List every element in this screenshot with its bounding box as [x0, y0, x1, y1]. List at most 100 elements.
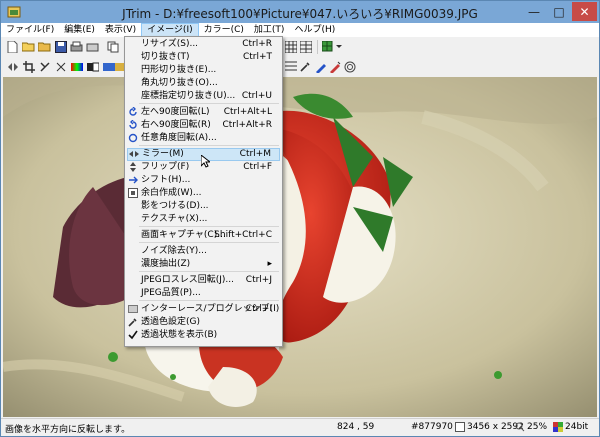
eyedropper-icon[interactable]	[297, 59, 312, 74]
mirror-tool-icon[interactable]	[5, 59, 20, 74]
menu-help[interactable]: ヘルプ(H)	[289, 23, 340, 37]
menu-item-label: ミラー(M)	[142, 149, 184, 159]
thumbnail-dropdown-icon[interactable]	[321, 39, 343, 54]
rotate-right-icon	[128, 119, 138, 130]
menu-item-interlace[interactable]: インターレース/プログレッシブ(I) Ctrl+I	[127, 303, 280, 316]
pixel-color: #877970	[411, 422, 453, 432]
menu-item-label: 透過色設定(G)	[141, 317, 200, 327]
color-depth: 24bit	[565, 422, 589, 432]
menu-item-screen-capture[interactable]: 画面キャプチャ(C)... Shift+Ctrl+C	[127, 229, 280, 242]
contrast-tool-icon[interactable]	[85, 59, 100, 74]
menu-item-resize[interactable]: リサイズ(S)... Ctrl+R	[127, 38, 280, 51]
menu-item-coord-crop[interactable]: 座標指定切り抜き(U)... Ctrl+U	[127, 90, 280, 103]
menu-separator	[139, 145, 279, 146]
image-menu-dropdown: リサイズ(S)... Ctrl+R 切り抜き(T) Ctrl+T 円形切り抜き(E)..…	[124, 36, 283, 347]
levels-tool-icon[interactable]	[69, 59, 84, 74]
mouse-cursor-icon	[200, 153, 212, 171]
adjust-tool-icon[interactable]	[37, 59, 52, 74]
menu-item-margin[interactable]: 余白作成(W)...	[127, 187, 280, 200]
menu-item-label: 影をつける(D)...	[141, 201, 209, 211]
menu-item-label: 座標指定切り抜き(U)...	[141, 91, 236, 101]
filter-tool-icon[interactable]	[283, 59, 298, 74]
toolbar-edit	[1, 57, 599, 77]
menu-separator	[139, 226, 279, 227]
zoom-level: 25%	[527, 422, 548, 432]
menu-item-label: 余白作成(W)...	[141, 188, 202, 198]
menu-item-crop[interactable]: 切り抜き(T) Ctrl+T	[127, 51, 280, 64]
grid-view-icon[interactable]	[283, 39, 298, 54]
menu-item-texture[interactable]: テクスチャ(X)...	[127, 213, 280, 226]
fill-tool-icon[interactable]	[327, 59, 342, 74]
color-depth-icon	[553, 422, 563, 435]
crop-tool-icon[interactable]	[21, 59, 36, 74]
menu-item-round-crop[interactable]: 角丸切り抜き(O)...	[127, 77, 280, 90]
menu-item-label: 切り抜き(T)	[141, 52, 190, 62]
menu-item-shortcut: ▸	[267, 259, 272, 269]
menu-separator	[139, 300, 279, 301]
menu-item-circle-crop[interactable]: 円形切り抜き(E)...	[127, 64, 280, 77]
pen-tool-icon[interactable]	[313, 59, 328, 74]
menu-item-rotate-left[interactable]: 左へ90度回転(L) Ctrl+Alt+L	[127, 106, 280, 119]
menu-item-shift[interactable]: シフト(H)...	[127, 174, 280, 187]
rotate-tool-icon[interactable]	[53, 59, 68, 74]
menu-item-label: 円形切り抜き(E)...	[141, 65, 217, 75]
menu-image[interactable]: イメージ(I)	[141, 23, 199, 37]
window-title: JTrim - D:¥freesoft100¥Picture¥047.いろいろ¥…	[122, 7, 478, 21]
close-button[interactable]: ✕	[572, 2, 597, 21]
new-icon[interactable]	[5, 39, 20, 54]
image-size-icon	[455, 422, 465, 435]
menu-item-label: テクスチャ(X)...	[141, 214, 208, 224]
menu-process[interactable]: 加工(T)	[249, 23, 290, 37]
menu-item-label: 画面キャプチャ(C)...	[141, 230, 226, 240]
menu-item-label: 左へ90度回転(L)	[141, 107, 210, 117]
interlace-icon	[128, 304, 138, 314]
spiral-tool-icon[interactable]	[342, 59, 357, 74]
status-bar: 画像を水平方向に反転します。 824 , 59 #877970 3456 x 2…	[1, 418, 599, 436]
menu-item-shortcut: Ctrl+Alt+L	[223, 107, 272, 117]
menu-item-shortcut: Ctrl+F	[243, 162, 272, 172]
rotate-left-icon	[128, 106, 138, 117]
menu-color[interactable]: カラー(C)	[199, 23, 249, 37]
menu-item-label: 角丸切り抜き(O)...	[141, 78, 218, 88]
menu-item-label: 濃度抽出(Z)	[141, 259, 191, 269]
menu-item-denoise[interactable]: ノイズ除去(Y)...	[127, 245, 280, 258]
menu-edit[interactable]: 編集(E)	[59, 23, 100, 37]
open-folder-icon[interactable]	[37, 39, 52, 54]
menu-item-rotate-free[interactable]: 任意角度回転(A)...	[127, 132, 280, 145]
rotate-free-icon	[128, 133, 138, 143]
menu-item-rotate-right[interactable]: 右へ90度回転(R) Ctrl+Alt+R	[127, 119, 280, 132]
menu-item-transparent-color[interactable]: 透過色設定(G)	[127, 316, 280, 329]
mirror-icon	[129, 149, 139, 159]
list-view-icon[interactable]	[298, 39, 313, 54]
show-transparency-icon	[128, 330, 138, 340]
menu-file[interactable]: ファイル(F)	[1, 23, 59, 37]
menu-item-label: シフト(H)...	[141, 175, 191, 185]
menu-item-shortcut: Ctrl+J	[245, 275, 272, 285]
menu-item-jpeg-quality[interactable]: JPEG品質(P)...	[127, 287, 280, 300]
menu-item-label: 任意角度回転(A)...	[141, 133, 217, 143]
print-icon[interactable]	[69, 39, 84, 54]
photo	[3, 77, 597, 417]
scanner-icon[interactable]	[85, 39, 100, 54]
status-message: 画像を水平方向に反転します。	[5, 425, 131, 435]
menu-item-jpeg-lossless-rotate[interactable]: JPEGロスレス回転(J)... Ctrl+J	[127, 274, 280, 287]
menu-bar: ファイル(F) 編集(E) 表示(V) イメージ(I) カラー(C) 加工(T)…	[1, 23, 599, 37]
menu-item-label: JPEGロスレス回転(J)...	[141, 275, 235, 285]
menu-view[interactable]: 表示(V)	[100, 23, 141, 37]
menu-item-shortcut: Ctrl+T	[242, 52, 272, 62]
maximize-button[interactable]: □	[547, 2, 571, 21]
image-canvas[interactable]	[3, 77, 597, 417]
cursor-coordinates: 824 , 59	[337, 422, 375, 432]
menu-item-show-transparency[interactable]: 透過状態を表示(B)	[127, 329, 280, 342]
zoom-icon	[515, 422, 525, 435]
menu-item-shortcut: Ctrl+U	[241, 91, 272, 101]
copy-icon[interactable]	[105, 39, 120, 54]
menu-item-shadow[interactable]: 影をつける(D)...	[127, 200, 280, 213]
minimize-button[interactable]: —	[521, 2, 547, 21]
open-icon[interactable]	[21, 39, 36, 54]
menu-item-shortcut: Ctrl+I	[245, 304, 272, 314]
save-icon[interactable]	[53, 39, 68, 54]
menu-item-density-extract[interactable]: 濃度抽出(Z) ▸	[127, 258, 280, 271]
title-bar[interactable]: JTrim - D:¥freesoft100¥Picture¥047.いろいろ¥…	[1, 1, 599, 23]
menu-item-label: 右へ90度回転(R)	[141, 120, 211, 130]
